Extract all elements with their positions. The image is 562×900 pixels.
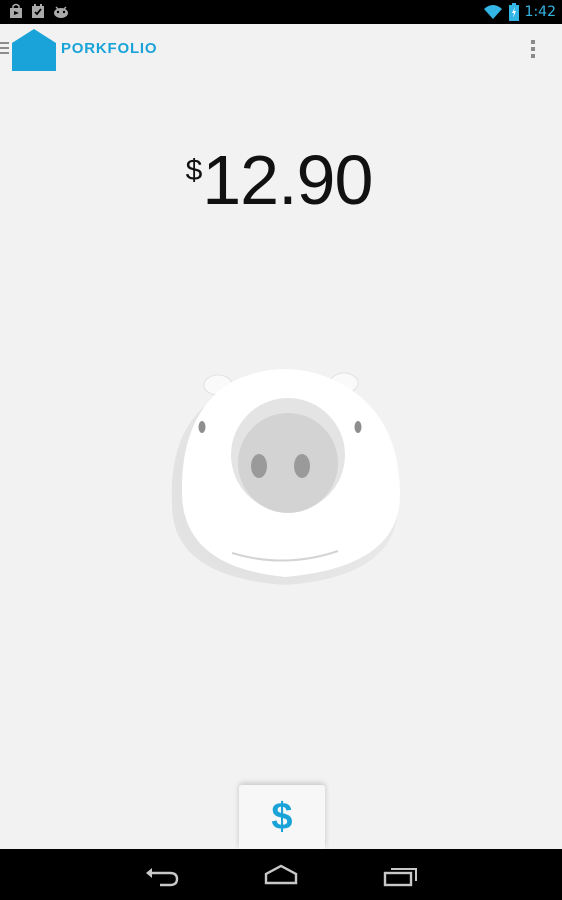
house-logo-icon[interactable]: [12, 29, 56, 71]
dollar-icon: $: [271, 796, 293, 838]
battery-charging-icon: [508, 3, 519, 21]
recent-apps-icon[interactable]: [381, 861, 421, 889]
app-title[interactable]: PORKFOLIO: [61, 40, 157, 57]
checkbox-icon: [32, 4, 44, 18]
dollar-tab-button[interactable]: $: [239, 785, 325, 849]
android-icon: [54, 6, 68, 18]
clock: 1:42: [524, 4, 556, 20]
drawer-icon[interactable]: [0, 42, 10, 56]
pig-face-icon[interactable]: [160, 355, 410, 595]
balance-amount: 12.90: [202, 141, 373, 219]
store-icon: [10, 3, 22, 18]
wifi-icon: [483, 5, 502, 19]
balance-display: $12.90: [0, 140, 562, 220]
currency-symbol: $: [185, 154, 203, 187]
overflow-menu-icon[interactable]: [530, 40, 536, 60]
action-bar: PORKFOLIO: [0, 24, 562, 76]
system-icons: 1:42: [483, 0, 556, 24]
back-icon[interactable]: [142, 861, 182, 889]
home-icon[interactable]: [261, 861, 301, 889]
status-bar: 1:42: [0, 0, 562, 24]
navigation-bar: [0, 849, 562, 900]
notification-icons: [8, 3, 70, 19]
